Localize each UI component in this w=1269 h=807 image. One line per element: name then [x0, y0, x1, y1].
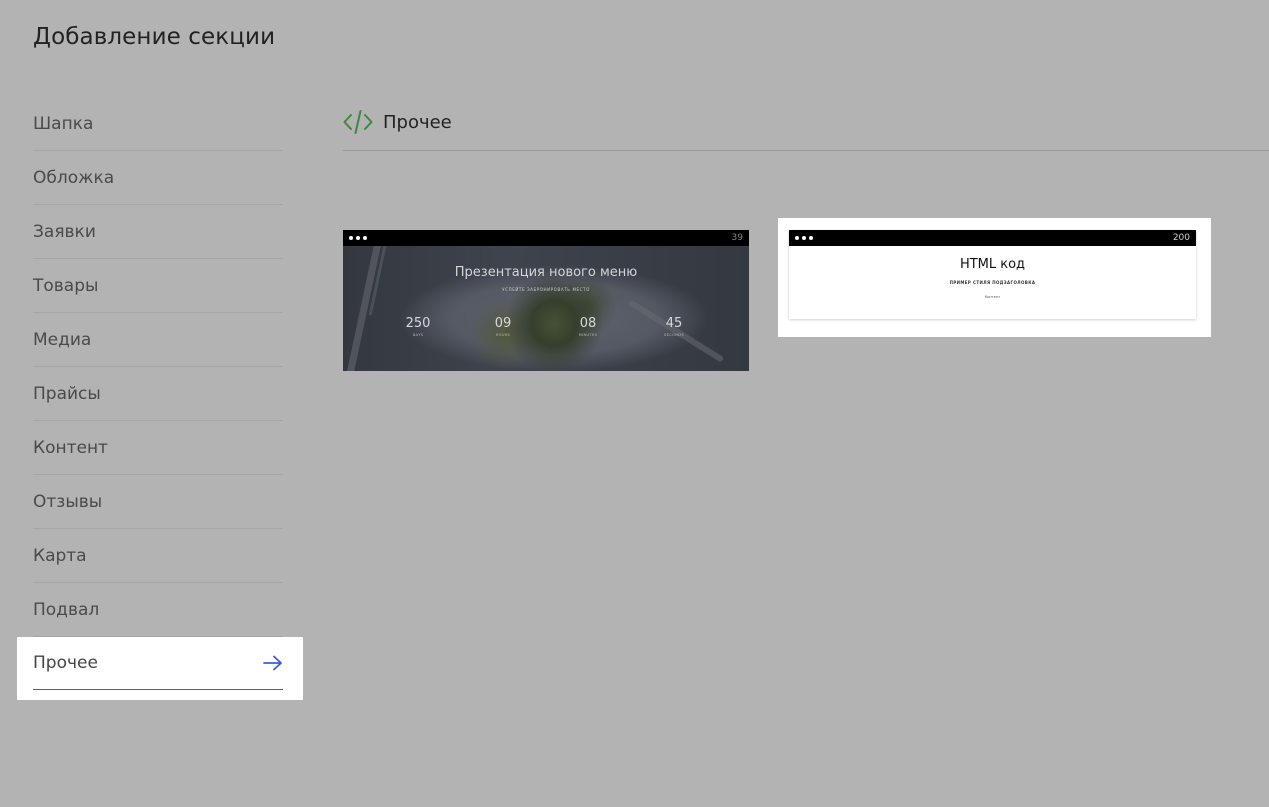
sidebar-item-footer[interactable]: Подвал	[33, 583, 283, 637]
sidebar-item-map[interactable]: Карта	[33, 529, 283, 583]
sidebar-item-label: Контент	[33, 437, 108, 458]
card-number: 200	[1172, 233, 1190, 243]
sidebar-item-label: Карта	[33, 545, 87, 566]
counter: 250 DAYS	[388, 316, 448, 337]
sidebar-item-label: Подвал	[33, 599, 100, 620]
card-text: Контент	[984, 295, 1001, 299]
card-title: HTML код	[959, 257, 1026, 272]
counter-label: MINUTES	[578, 333, 598, 337]
sidebar-item-label: Заявки	[33, 221, 96, 242]
sidebar-item-label: Отзывы	[33, 491, 103, 512]
card-preview: HTML код ПРИМЕР СТИЛЯ ПОДЗАГОЛОВКА Конте…	[789, 246, 1196, 319]
page-title: Добавление секции	[33, 24, 276, 50]
sidebar-item-label: Прочее	[33, 653, 98, 673]
sidebar-item-media[interactable]: Медиа	[33, 313, 283, 367]
counter-value: 45	[665, 316, 683, 331]
counter-label: HOURS	[495, 333, 511, 337]
sidebar-item-other[interactable]: Прочее	[17, 637, 303, 700]
sidebar-item-label: Обложка	[33, 167, 115, 188]
template-card-html[interactable]: 200 HTML код ПРИМЕР СТИЛЯ ПОДЗАГОЛОВКА К…	[778, 218, 1211, 337]
card-toolbar: 200	[789, 230, 1196, 246]
counter-value: 08	[579, 316, 597, 331]
section-title: Прочее	[383, 111, 452, 133]
sidebar-item-forms[interactable]: Заявки	[33, 205, 283, 259]
card-preview: Презентация нового меню УСПЕЙТЕ ЗАБРОНИР…	[343, 246, 749, 371]
counter: 45 SECONDS	[644, 316, 704, 337]
counter: 08 MINUTES	[558, 316, 618, 337]
sidebar-item-products[interactable]: Товары	[33, 259, 283, 313]
dots-icon	[795, 236, 813, 240]
sidebar-item-header[interactable]: Шапка	[33, 97, 283, 151]
card-subtitle: ПРИМЕР СТИЛЯ ПОДЗАГОЛОВКА	[949, 280, 1036, 285]
sidebar-item-label: Прайсы	[33, 383, 101, 404]
code-icon	[343, 110, 373, 134]
counter-label: SECONDS	[664, 333, 684, 337]
counter-label: DAYS	[412, 333, 424, 337]
card-subtitle: УСПЕЙТЕ ЗАБРОНИРОВАТЬ МЕСТО	[502, 287, 590, 292]
sidebar: Шапка Обложка Заявки Товары Медиа Прайсы…	[33, 97, 283, 637]
arrow-right-icon	[263, 655, 282, 671]
counter-value: 250	[405, 316, 431, 331]
sidebar-item-label: Медиа	[33, 329, 92, 350]
template-card-countdown[interactable]: 39 Презентация нового меню УСПЕЙТЕ ЗАБРО…	[343, 230, 749, 371]
sidebar-item-content[interactable]: Контент	[33, 421, 283, 475]
dots-icon	[349, 236, 367, 240]
counter-value: 09	[494, 316, 512, 331]
counter: 09 HOURS	[473, 316, 533, 337]
card-number: 39	[731, 233, 743, 243]
sidebar-item-cover[interactable]: Обложка	[33, 151, 283, 205]
sidebar-item-label: Шапка	[33, 113, 94, 134]
card-toolbar: 39	[343, 230, 749, 246]
sidebar-item-label: Товары	[33, 275, 99, 296]
sidebar-item-prices[interactable]: Прайсы	[33, 367, 283, 421]
section-header: Прочее	[343, 104, 1269, 151]
sidebar-item-reviews[interactable]: Отзывы	[33, 475, 283, 529]
card-title: Презентация нового меню	[454, 265, 638, 280]
